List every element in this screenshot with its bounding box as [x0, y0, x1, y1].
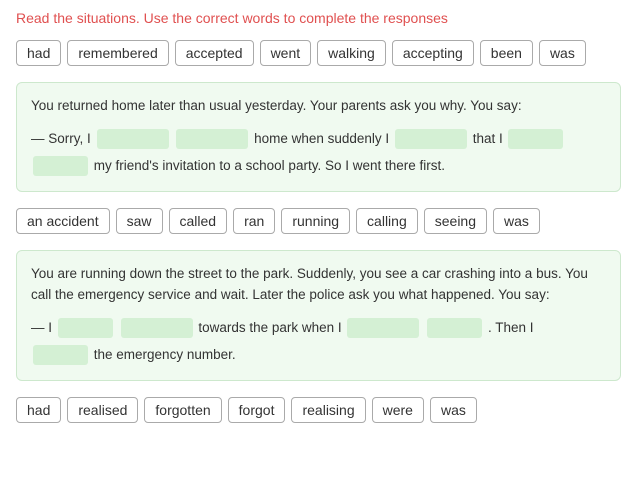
scenario-1-line1-end: that I [473, 131, 503, 146]
word-chip-went[interactable]: went [260, 40, 312, 66]
word-chip-forgot[interactable]: forgot [228, 397, 286, 423]
scenario-box-1: You returned home later than usual yeste… [16, 82, 621, 192]
scenario-2-blank-2[interactable] [121, 318, 193, 338]
word-chip-calling[interactable]: calling [356, 208, 418, 234]
word-chip-were[interactable]: were [372, 397, 424, 423]
scenario-2-line1-mid: towards the park when I [198, 320, 341, 335]
scenario-2-intro: You are running down the street to the p… [31, 263, 606, 306]
scenario-1-blank-2[interactable] [176, 129, 248, 149]
word-chip-was[interactable]: was [539, 40, 586, 66]
scenario-1-line1-mid: home when suddenly I [254, 131, 389, 146]
word-chip-accepting[interactable]: accepting [392, 40, 474, 66]
word-chip-remembered[interactable]: remembered [67, 40, 168, 66]
word-chip-called[interactable]: called [169, 208, 228, 234]
instruction-text: Read the situations. Use the correct wor… [0, 0, 637, 34]
word-chip-accepted[interactable]: accepted [175, 40, 254, 66]
scenario-2-line1-pre: — I [31, 320, 52, 335]
word-bank-1: had remembered accepted went walking acc… [0, 34, 637, 76]
scenario-1-line2-end: my friend's invitation to a school party… [94, 158, 445, 173]
scenario-2-line2-end: the emergency number. [94, 347, 236, 362]
word-chip-running[interactable]: running [281, 208, 350, 234]
scenario-2-line1-end: . Then I [488, 320, 534, 335]
word-chip-realising[interactable]: realising [291, 397, 365, 423]
scenario-2-blank-1[interactable] [58, 318, 113, 338]
word-chip-had[interactable]: had [16, 40, 61, 66]
scenario-box-2: You are running down the street to the p… [16, 250, 621, 381]
scenario-1-blank-3[interactable] [395, 129, 467, 149]
word-chip-ran[interactable]: ran [233, 208, 275, 234]
word-chip-an-accident[interactable]: an accident [16, 208, 110, 234]
word-chip-realised[interactable]: realised [67, 397, 138, 423]
word-chip-was2[interactable]: was [493, 208, 540, 234]
scenario-2-blank-3[interactable] [347, 318, 419, 338]
word-chip-had3[interactable]: had [16, 397, 61, 423]
scenario-1-blank-1[interactable] [97, 129, 169, 149]
scenario-1-blank-4[interactable] [508, 129, 563, 149]
word-chip-seeing[interactable]: seeing [424, 208, 487, 234]
scenario-1-intro: You returned home later than usual yeste… [31, 95, 606, 117]
scenario-1-line1-pre: — Sorry, I [31, 131, 91, 146]
word-chip-forgotten[interactable]: forgotten [144, 397, 221, 423]
scenario-2-blank-4[interactable] [427, 318, 482, 338]
scenario-1-blank-5[interactable] [33, 156, 88, 176]
word-chip-was3[interactable]: was [430, 397, 477, 423]
word-chip-saw[interactable]: saw [116, 208, 163, 234]
word-chip-walking[interactable]: walking [317, 40, 386, 66]
word-chip-been[interactable]: been [480, 40, 533, 66]
scenario-2-blank-5[interactable] [33, 345, 88, 365]
word-bank-2: an accident saw called ran running calli… [0, 202, 637, 244]
word-bank-3: had realised forgotten forgot realising … [0, 391, 637, 433]
